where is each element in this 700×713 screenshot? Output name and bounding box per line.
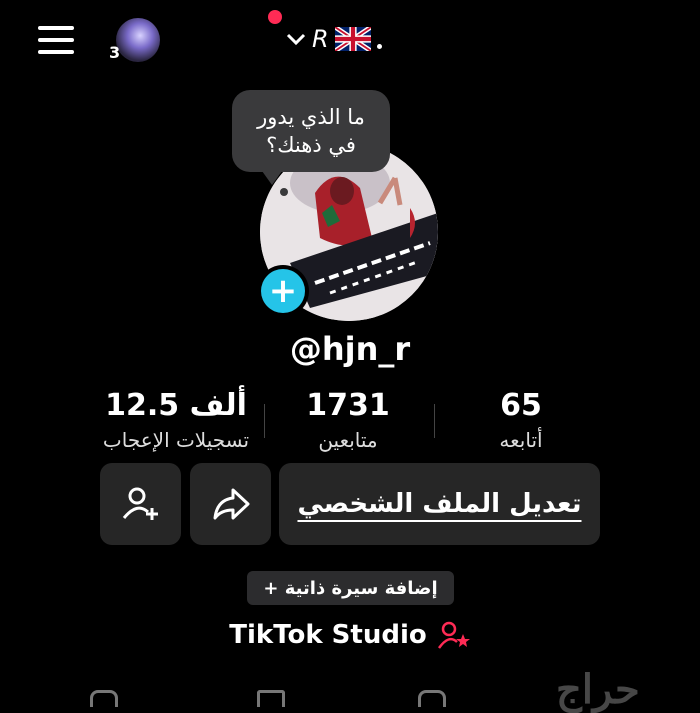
following-count[interactable]: 65 [421, 388, 621, 423]
share-icon [213, 488, 249, 520]
following-label[interactable]: أتابعه [421, 428, 621, 452]
username: @hjn_r [289, 330, 411, 368]
add-bio-button[interactable]: + إضافة سيرة ذاتية [247, 571, 454, 605]
tab-icon-peek[interactable] [418, 690, 446, 707]
bubble-tail [262, 171, 282, 185]
status-dot [376, 43, 382, 49]
thought-bubble[interactable]: ما الذي يدور في ذهنك؟ [232, 90, 390, 172]
chevron-down-icon [286, 33, 306, 46]
haraj-watermark: حراج [556, 666, 640, 713]
uk-flag-icon [334, 27, 371, 51]
likes-count: 12.5 ألف [105, 388, 247, 423]
bubble-dot [280, 188, 288, 196]
menu-icon[interactable] [38, 26, 74, 54]
likes-label: تسجيلات الإعجاب [102, 428, 250, 452]
tab-icon-peek[interactable] [90, 690, 118, 707]
studio-label: TikTok Studio [229, 620, 427, 650]
tab-icon-peek[interactable] [257, 690, 285, 707]
tiktok-studio-link[interactable]: TikTok Studio [0, 620, 700, 650]
creator-star-icon [437, 621, 470, 649]
plus-icon: + [261, 269, 305, 313]
add-friend-button[interactable] [100, 463, 181, 545]
bubble-line-2: في ذهنك؟ [266, 133, 356, 157]
followers-label[interactable]: متابعين [248, 428, 448, 452]
account-switcher[interactable]: R [286, 24, 382, 54]
notification-dot [268, 10, 282, 24]
story-count: 3 [109, 43, 121, 62]
followers-count[interactable]: 1731 [248, 388, 448, 423]
bubble-line-1: ما الذي يدور [257, 105, 365, 129]
account-name: R [312, 25, 329, 53]
share-profile-button[interactable] [190, 463, 271, 545]
story-avatar[interactable] [116, 18, 160, 62]
add-story-button[interactable]: + [257, 265, 309, 317]
add-person-icon [122, 487, 158, 520]
edit-profile-button[interactable]: تعديل الملف الشخصي [279, 463, 600, 545]
